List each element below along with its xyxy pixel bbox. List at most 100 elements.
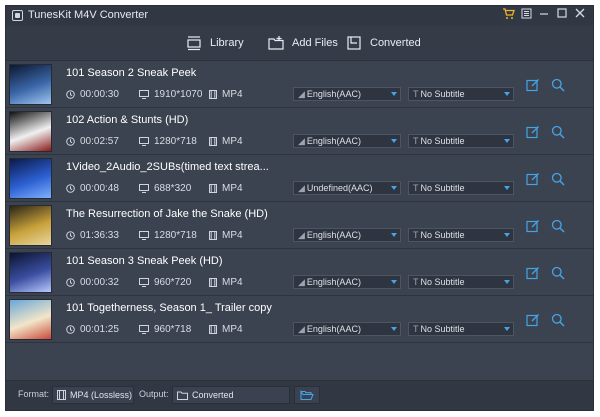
window-controls — [501, 8, 587, 22]
audio-track-dropdown[interactable]: ◢ English(AAC) — [293, 87, 401, 101]
subtitle-dropdown[interactable]: T No Subtitle — [408, 228, 514, 242]
edit-icon[interactable] — [526, 219, 540, 233]
subtitle-dropdown[interactable]: T No Subtitle — [408, 275, 514, 289]
speaker-icon: ◢ — [298, 136, 305, 146]
audio-track-dropdown[interactable]: ◢ English(AAC) — [293, 322, 401, 336]
search-icon[interactable] — [551, 125, 565, 139]
subtitle-icon: T — [413, 230, 419, 240]
subtitle-dropdown[interactable]: T No Subtitle — [408, 322, 514, 336]
subtitle-dropdown[interactable]: T No Subtitle — [408, 134, 514, 148]
resolution-value: 1280*718 — [154, 136, 197, 147]
file-format: MP4 — [209, 89, 243, 100]
monitor-icon — [139, 325, 149, 334]
library-button[interactable]: Library — [186, 33, 244, 53]
format-value: MP4 — [222, 324, 243, 335]
film-icon — [209, 90, 217, 99]
format-value: MP4 — [222, 277, 243, 288]
format-selector[interactable]: MP4 (Lossless) — [52, 386, 134, 404]
edit-icon[interactable] — [526, 78, 540, 92]
speaker-icon: ◢ — [298, 183, 305, 193]
folder-icon — [177, 391, 188, 400]
film-icon — [209, 184, 217, 193]
monitor-icon — [139, 231, 149, 240]
subtitle-icon: T — [413, 277, 419, 287]
output-path-field[interactable]: Converted — [172, 386, 290, 404]
edit-icon[interactable] — [526, 125, 540, 139]
file-row[interactable]: 1Video_2Audio_2SUBs(timed text strea... … — [6, 155, 593, 202]
film-icon — [209, 325, 217, 334]
file-row[interactable]: 102 Action & Stunts (HD) 00:02:57 1280*7… — [6, 108, 593, 155]
output-label: Output: — [139, 389, 169, 399]
close-icon[interactable] — [573, 8, 587, 22]
add-files-button[interactable]: Add Files — [268, 33, 338, 53]
audio-value: Undefined(AAC) — [306, 183, 373, 193]
film-icon — [209, 137, 217, 146]
file-row[interactable]: The Resurrection of Jake the Snake (HD) … — [6, 202, 593, 249]
app-logo-icon — [12, 10, 23, 21]
file-row[interactable]: 101 Togetherness, Season 1_ Trailer copy… — [6, 296, 593, 343]
speaker-icon: ◢ — [298, 277, 305, 287]
subtitle-dropdown[interactable]: T No Subtitle — [408, 181, 514, 195]
edit-icon[interactable] — [526, 172, 540, 186]
duration-value: 00:02:57 — [80, 136, 119, 147]
audio-value: English(AAC) — [306, 136, 361, 146]
clock-icon — [66, 231, 75, 240]
file-format: MP4 — [209, 277, 243, 288]
search-icon[interactable] — [551, 266, 565, 280]
audio-track-dropdown[interactable]: ◢ English(AAC) — [293, 275, 401, 289]
resolution-value: 1910*1070 — [154, 89, 203, 100]
video-thumbnail — [9, 111, 52, 152]
edit-icon[interactable] — [526, 266, 540, 280]
subtitle-icon: T — [413, 89, 419, 99]
video-title: 101 Togetherness, Season 1_ Trailer copy — [66, 302, 272, 314]
search-icon[interactable] — [551, 78, 565, 92]
minimize-icon[interactable] — [537, 8, 551, 22]
duration-value: 00:00:30 — [80, 89, 119, 100]
file-format: MP4 — [209, 183, 243, 194]
audio-track-dropdown[interactable]: ◢ Undefined(AAC) — [293, 181, 401, 195]
subtitle-value: No Subtitle — [420, 89, 465, 99]
audio-track-dropdown[interactable]: ◢ English(AAC) — [293, 134, 401, 148]
video-title: 1Video_2Audio_2SUBs(timed text strea... — [66, 161, 269, 173]
subtitle-value: No Subtitle — [420, 183, 465, 193]
chevron-down-icon — [391, 327, 397, 331]
resolution-value: 688*320 — [154, 183, 192, 194]
duration-value: 00:01:25 — [80, 324, 119, 335]
chevron-down-icon — [391, 139, 397, 143]
file-format: MP4 — [209, 136, 243, 147]
search-icon[interactable] — [551, 219, 565, 233]
video-thumbnail — [9, 64, 52, 105]
file-row[interactable]: 101 Season 2 Sneak Peek 00:00:30 1910*10… — [6, 61, 593, 108]
search-icon[interactable] — [551, 172, 565, 186]
cart-icon[interactable] — [501, 8, 515, 22]
edit-icon[interactable] — [526, 313, 540, 327]
subtitle-value: No Subtitle — [420, 324, 465, 334]
search-icon[interactable] — [551, 313, 565, 327]
format-value: MP4 — [222, 183, 243, 194]
film-icon — [209, 278, 217, 287]
maximize-icon[interactable] — [555, 8, 569, 22]
audio-value: English(AAC) — [306, 277, 361, 287]
film-icon — [57, 390, 66, 400]
duration-value: 00:00:32 — [80, 277, 119, 288]
audio-track-dropdown[interactable]: ◢ English(AAC) — [293, 228, 401, 242]
speaker-icon: ◢ — [298, 230, 305, 240]
menu-icon[interactable] — [519, 8, 533, 22]
resolution: 1280*718 — [139, 230, 197, 241]
clock-icon — [66, 137, 75, 146]
subtitle-dropdown[interactable]: T No Subtitle — [408, 87, 514, 101]
film-icon — [209, 231, 217, 240]
subtitle-icon: T — [413, 136, 419, 146]
resolution: 1910*1070 — [139, 89, 202, 100]
browse-output-button[interactable] — [294, 386, 320, 404]
chevron-down-icon — [391, 233, 397, 237]
video-title: 101 Season 2 Sneak Peek — [66, 67, 197, 79]
subtitle-icon: T — [413, 324, 419, 334]
converted-button[interactable]: Converted — [346, 33, 421, 53]
clock-icon — [66, 184, 75, 193]
file-list: 101 Season 2 Sneak Peek 00:00:30 1910*10… — [6, 61, 593, 345]
clock-icon — [66, 90, 75, 99]
add-folder-icon — [268, 36, 284, 50]
file-row[interactable]: 101 Season 3 Sneak Peek (HD) 00:00:32 96… — [6, 249, 593, 296]
audio-value: English(AAC) — [306, 324, 361, 334]
